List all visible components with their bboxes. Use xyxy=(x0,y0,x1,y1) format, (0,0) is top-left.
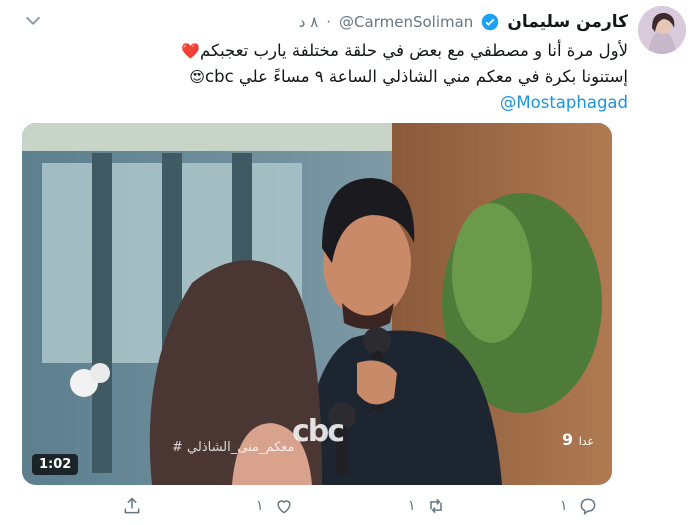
avatar[interactable] xyxy=(638,6,686,54)
heart-icon xyxy=(276,500,291,514)
tweet-line-1: لأول مرة أنا و مصطفي مع بعض في حلقة مختل… xyxy=(181,41,628,60)
schedule-badge: 9 غدا xyxy=(562,430,594,449)
heart-eyes-emoji: 😍 xyxy=(189,68,206,86)
tweet-line-2: إستنونا بكرة في معكم مني الشاذلي الساعة … xyxy=(189,67,628,86)
retweet-button[interactable]: ١ xyxy=(408,496,446,516)
channel-logo: cbc xyxy=(292,414,345,449)
like-count: ١ xyxy=(256,498,264,514)
display-name[interactable]: كارمن سليمان xyxy=(507,12,628,32)
tweet-card: كارمن سليمان @CarmenSoliman · ٨ د لأول م… xyxy=(0,0,700,525)
tweet-text: لأول مرة أنا و مصطفي مع بعض في حلقة مختل… xyxy=(68,38,628,115)
user-handle[interactable]: @CarmenSoliman xyxy=(339,13,473,31)
video-watermark: # معكم_منى_الشاذلي xyxy=(172,440,295,455)
chevron-down-icon[interactable] xyxy=(22,10,44,32)
tweet-header: كارمن سليمان @CarmenSoliman · ٨ د xyxy=(299,10,628,34)
verified-badge-icon xyxy=(482,13,499,31)
retweet-icon xyxy=(429,498,442,514)
reply-count: ١ xyxy=(560,498,568,514)
reply-button[interactable]: ١ xyxy=(560,496,598,516)
like-button[interactable]: ١ xyxy=(256,496,294,516)
reply-icon xyxy=(580,498,595,515)
tweet-actions: ١ ١ ١ xyxy=(0,496,700,522)
video-player[interactable]: # معكم_منى_الشاذلي cbc 9 غدا 1:02 xyxy=(22,123,612,485)
share-icon xyxy=(124,497,140,514)
video-duration: 1:02 xyxy=(32,454,79,475)
mention-link[interactable]: @Mostaphagad xyxy=(500,90,628,115)
retweet-count: ١ xyxy=(408,498,416,514)
share-button[interactable] xyxy=(122,496,142,516)
heart-emoji: ❤️ xyxy=(181,42,200,60)
separator-dot: · xyxy=(326,13,332,31)
timestamp[interactable]: ٨ د xyxy=(299,13,319,31)
